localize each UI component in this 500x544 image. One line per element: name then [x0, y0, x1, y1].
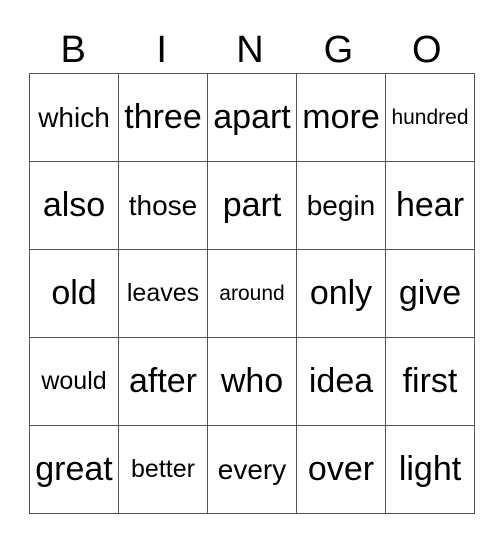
bingo-cell: idea: [296, 337, 386, 426]
header-letter-o: O: [412, 29, 442, 71]
header-letter-b: B: [60, 29, 86, 71]
bingo-cell: great: [29, 425, 119, 514]
grid-row: old leaves around only give: [29, 249, 475, 338]
header-letter-g: G: [323, 29, 354, 71]
bingo-cell: hundred: [385, 73, 475, 162]
grid-row: would after who idea first: [29, 337, 475, 426]
bingo-cell: would: [29, 337, 119, 426]
bingo-cell: more: [296, 73, 386, 162]
bingo-cell: first: [385, 337, 475, 426]
bingo-cell: those: [118, 161, 208, 250]
bingo-cell: old: [29, 249, 119, 338]
bingo-cell: which: [29, 73, 119, 162]
bingo-cell: better: [118, 425, 208, 514]
bingo-cell: over: [296, 425, 386, 514]
grid-row: which three apart more hundred: [29, 73, 475, 162]
bingo-cell: only: [296, 249, 386, 338]
bingo-cell: also: [29, 161, 119, 250]
bingo-cell: apart: [207, 73, 297, 162]
bingo-cell: part: [207, 161, 297, 250]
grid-row: also those part begin hear: [29, 161, 475, 250]
bingo-cell: begin: [296, 161, 386, 250]
bingo-cell: leaves: [118, 249, 208, 338]
grid-row: great better every over light: [29, 425, 475, 514]
header-letter-i: I: [156, 29, 167, 71]
bingo-cell: who: [207, 337, 297, 426]
bingo-cell: three: [118, 73, 208, 162]
bingo-cell: after: [118, 337, 208, 426]
bingo-cell: give: [385, 249, 475, 338]
bingo-cell: around: [207, 249, 297, 338]
header-letter-n: N: [236, 29, 264, 71]
bingo-cell: light: [385, 425, 475, 514]
bingo-cell: hear: [385, 161, 475, 250]
bingo-grid: which three apart more hundred also thos…: [29, 73, 475, 514]
bingo-header: B I N G O: [29, 28, 471, 73]
bingo-cell: every: [207, 425, 297, 514]
